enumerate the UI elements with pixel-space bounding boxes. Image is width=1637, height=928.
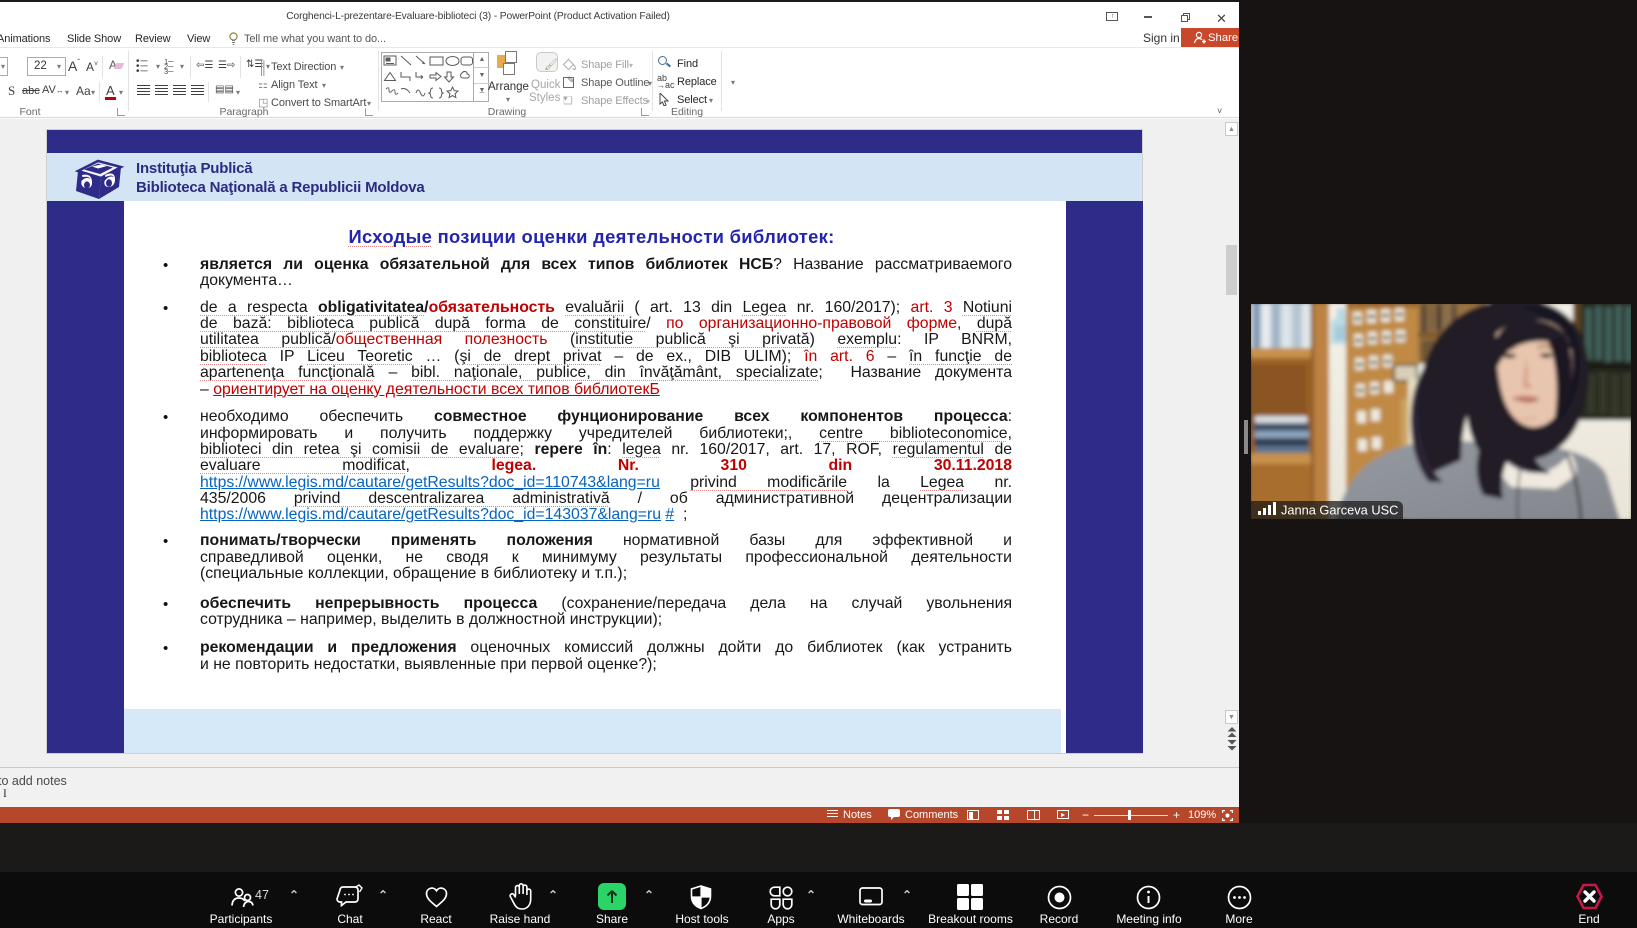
svg-text:Janna Garceva USC: Janna Garceva USC (1281, 503, 1398, 518)
